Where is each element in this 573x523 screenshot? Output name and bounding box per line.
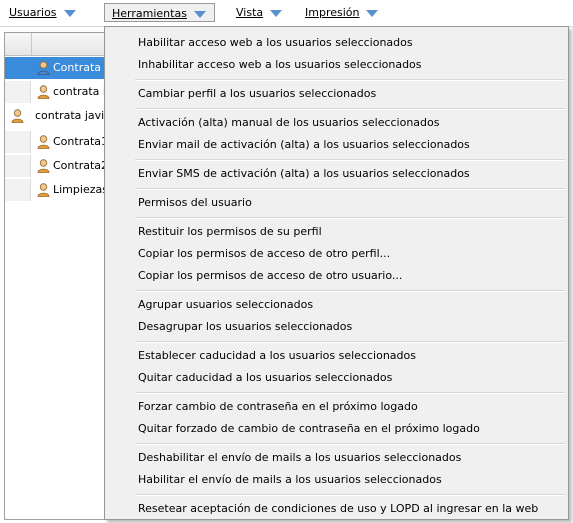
menu-herramientas[interactable]: Herramientas [104, 3, 215, 22]
menu-separator [135, 392, 565, 394]
row-user-name: Contrata2 [53, 159, 107, 172]
menu-separator [135, 188, 565, 190]
menu-usuarios[interactable]: Usuarios [2, 3, 93, 22]
user-icon [37, 85, 50, 99]
menu-separator [135, 290, 565, 292]
menu-separator [135, 159, 565, 161]
menu-item-deshabilitar-envio-mails[interactable]: Deshabilitar el envío de mails a los usu… [138, 449, 461, 467]
menu-item-habilitar-acceso-web[interactable]: Habilitar acceso web a los usuarios sele… [138, 34, 413, 52]
menu-separator [135, 494, 565, 496]
menu-vista[interactable]: Vista [229, 3, 306, 22]
column-separator [31, 33, 32, 55]
chevron-down-icon [366, 9, 379, 17]
table-row[interactable]: Contrata 0 [5, 57, 107, 79]
herramientas-dropdown: Habilitar acceso web a los usuarios sele… [104, 26, 569, 520]
table-row[interactable]: Contrata1 [5, 131, 107, 153]
row-user-name: Limpiezas [53, 183, 107, 196]
menu-item-copiar-permisos-perfil[interactable]: Copiar los permisos de acceso de otro pe… [138, 245, 390, 263]
menu-item-quitar-caducidad[interactable]: Quitar caducidad a los usuarios seleccio… [138, 369, 392, 387]
menu-item-enviar-mail-activacion[interactable]: Enviar mail de activación (alta) a los u… [138, 136, 470, 154]
menu-item-inhabilitar-acceso-web[interactable]: Inhabilitar acceso web a los usuarios se… [138, 56, 422, 74]
menu-item-desagrupar-usuarios[interactable]: Desagrupar los usuarios seleccionados [138, 318, 352, 336]
row-user-name: Contrata1 [53, 135, 107, 148]
chevron-down-icon [193, 10, 206, 18]
row-user-name: Contrata 0 [53, 61, 107, 74]
menu-item-activacion-manual[interactable]: Activación (alta) manual de los usuarios… [138, 114, 440, 132]
menu-separator [135, 108, 565, 110]
user-icon [37, 183, 50, 197]
menu-item-restituir-permisos[interactable]: Restituir los permisos de su perfil [138, 223, 322, 241]
table-row[interactable]: contrata javi 2 [5, 105, 107, 127]
user-icon [37, 159, 50, 173]
menu-separator [135, 79, 565, 81]
row-user-name: contrata javi 2 [35, 109, 107, 122]
menu-separator [135, 217, 565, 219]
menu-vista-label: Vista [236, 6, 264, 19]
user-icon [37, 61, 50, 75]
chevron-down-icon [63, 9, 76, 17]
menu-usuarios-label: Usuarios [9, 6, 57, 19]
menu-item-quitar-forzado-contrasena[interactable]: Quitar forzado de cambio de contraseña e… [138, 420, 480, 438]
menu-impresion-label: Impresión [305, 6, 360, 19]
menu-item-agrupar-usuarios[interactable]: Agrupar usuarios seleccionados [138, 296, 313, 314]
table-row[interactable]: contrata iv [5, 81, 107, 103]
menu-item-establecer-caducidad[interactable]: Establecer caducidad a los usuarios sele… [138, 347, 416, 365]
menu-separator [135, 443, 565, 445]
menu-bar: Usuarios Herramientas Vista Impresión [0, 0, 573, 27]
menu-herramientas-label: Herramientas [112, 7, 187, 20]
menu-item-cambiar-perfil[interactable]: Cambiar perfil a los usuarios selecciona… [138, 85, 376, 103]
user-icon [37, 135, 50, 149]
chevron-down-icon [270, 9, 283, 17]
users-grid: Contrata 0 contrata iv contrata javi 2 C… [4, 32, 108, 520]
table-row[interactable]: Contrata2 [5, 155, 107, 177]
user-icon [11, 109, 24, 123]
menu-impresion[interactable]: Impresión [298, 3, 387, 22]
menu-item-habilitar-envio-mails[interactable]: Habilitar el envío de mails a los usuari… [138, 471, 442, 489]
row-user-name: contrata iv [53, 85, 107, 98]
grid-header [5, 33, 107, 56]
menu-item-resetear-aceptacion[interactable]: Resetear aceptación de condiciones de us… [138, 500, 538, 518]
menu-item-permisos-usuario[interactable]: Permisos del usuario [138, 194, 252, 212]
table-row[interactable]: Limpiezas [5, 179, 107, 201]
menu-item-copiar-permisos-usuario[interactable]: Copiar los permisos de acceso de otro us… [138, 267, 402, 285]
menu-item-forzar-cambio-contrasena[interactable]: Forzar cambio de contraseña en el próxim… [138, 398, 418, 416]
menu-item-enviar-sms-activacion[interactable]: Enviar SMS de activación (alta) a los us… [138, 165, 470, 183]
menu-separator [135, 341, 565, 343]
